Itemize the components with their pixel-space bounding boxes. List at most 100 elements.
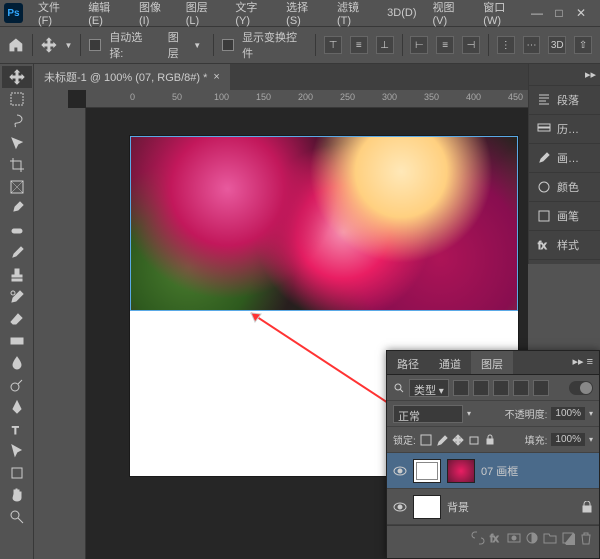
- paths-tab[interactable]: 路径: [387, 351, 429, 374]
- eyedropper-tool[interactable]: [2, 198, 32, 220]
- align-right-icon[interactable]: ⊣: [462, 36, 480, 54]
- menu-filter[interactable]: 滤镜(T): [330, 0, 378, 30]
- search-icon: [393, 382, 405, 394]
- align-hcenter-icon[interactable]: ≡: [436, 36, 454, 54]
- 3d-mode-icon[interactable]: 3D: [548, 36, 566, 54]
- menu-window[interactable]: 窗口(W): [476, 0, 528, 30]
- layer-item[interactable]: 07 画框: [387, 453, 599, 489]
- frame-selection[interactable]: [130, 136, 518, 311]
- minimize-button[interactable]: —: [530, 6, 544, 20]
- styles-panel-tab[interactable]: fx样式: [529, 231, 600, 260]
- dropdown-arrow-icon[interactable]: ▼: [65, 41, 73, 50]
- panel-menu-icon[interactable]: ▸▸ ≡: [566, 351, 599, 374]
- layer-filter-row: 类型 ▾: [387, 375, 599, 401]
- quick-select-tool[interactable]: [2, 132, 32, 154]
- menu-text[interactable]: 文字(Y): [228, 0, 277, 30]
- layer-style-icon[interactable]: fx: [489, 531, 503, 545]
- filter-adjust-icon[interactable]: [473, 380, 489, 396]
- share-icon[interactable]: ⇧: [574, 36, 592, 54]
- distribute-icon[interactable]: ⋮: [497, 36, 515, 54]
- zoom-tool[interactable]: [2, 506, 32, 528]
- layers-panel-tabs: 路径 通道 图层 ▸▸ ≡: [387, 351, 599, 375]
- eraser-tool[interactable]: [2, 308, 32, 330]
- blend-mode-dropdown[interactable]: 正常: [393, 405, 463, 423]
- filter-type-dropdown[interactable]: 类型 ▾: [409, 379, 449, 397]
- delete-layer-icon[interactable]: [579, 531, 593, 545]
- close-button[interactable]: ✕: [574, 6, 588, 20]
- lock-all-icon[interactable]: [484, 434, 496, 446]
- move-tool[interactable]: [2, 66, 32, 88]
- more-icon[interactable]: ⋯: [523, 36, 541, 54]
- marquee-tool[interactable]: [2, 88, 32, 110]
- visibility-icon[interactable]: [393, 464, 407, 478]
- filter-type-icon[interactable]: [493, 380, 509, 396]
- color-panel-tab[interactable]: 颜色: [529, 173, 600, 202]
- history-brush-tool[interactable]: [2, 286, 32, 308]
- filter-shape-icon[interactable]: [513, 380, 529, 396]
- brush-tool[interactable]: [2, 242, 32, 264]
- shape-tool[interactable]: [2, 462, 32, 484]
- channels-tab[interactable]: 通道: [429, 351, 471, 374]
- auto-select-checkbox[interactable]: [89, 39, 101, 51]
- align-left-icon[interactable]: ⊢: [410, 36, 428, 54]
- menu-layer[interactable]: 图层(L): [179, 0, 227, 30]
- auto-select-target-dropdown[interactable]: 图层▼: [164, 27, 205, 63]
- menu-select[interactable]: 选择(S): [279, 0, 328, 30]
- menu-3d[interactable]: 3D(D): [380, 4, 423, 22]
- collapse-panels-icon[interactable]: ▸▸: [529, 64, 600, 86]
- pen-tool[interactable]: [2, 396, 32, 418]
- lock-transparency-icon[interactable]: [420, 434, 432, 446]
- adjustment-layer-icon[interactable]: [525, 531, 539, 545]
- dodge-tool[interactable]: [2, 374, 32, 396]
- menu-file[interactable]: 文件(F): [31, 0, 79, 30]
- lasso-tool[interactable]: [2, 110, 32, 132]
- frame-tool[interactable]: [2, 176, 32, 198]
- crop-tool[interactable]: [2, 154, 32, 176]
- gradient-tool[interactable]: [2, 330, 32, 352]
- image-thumbnail[interactable]: [447, 459, 475, 483]
- align-top-icon[interactable]: ⊤: [324, 36, 342, 54]
- menu-edit[interactable]: 编辑(E): [81, 0, 130, 30]
- stamp-tool[interactable]: [2, 264, 32, 286]
- frame-thumbnail[interactable]: [413, 459, 441, 483]
- path-select-tool[interactable]: [2, 440, 32, 462]
- home-icon[interactable]: [8, 37, 24, 53]
- brush-panel-tab[interactable]: 画…: [529, 144, 600, 173]
- layers-panel-footer: fx: [387, 525, 599, 549]
- opacity-value[interactable]: 100%: [551, 407, 585, 420]
- lock-paint-icon[interactable]: [436, 434, 448, 446]
- align-vcenter-icon[interactable]: ≡: [350, 36, 368, 54]
- group-icon[interactable]: [543, 531, 557, 545]
- filter-pixel-icon[interactable]: [453, 380, 469, 396]
- menu-image[interactable]: 图像(I): [132, 0, 177, 30]
- healing-tool[interactable]: [2, 220, 32, 242]
- visibility-icon[interactable]: [393, 500, 407, 514]
- layer-thumbnail[interactable]: [413, 495, 441, 519]
- move-tool-icon: [41, 37, 57, 53]
- hand-tool[interactable]: [2, 484, 32, 506]
- close-tab-icon[interactable]: ×: [213, 71, 219, 83]
- show-transform-checkbox[interactable]: [222, 39, 234, 51]
- fill-label: 填充:: [525, 432, 548, 447]
- paragraph-panel-tab[interactable]: 段落: [529, 86, 600, 115]
- link-layers-icon[interactable]: [471, 531, 485, 545]
- menu-view[interactable]: 视图(V): [426, 0, 475, 30]
- fill-value[interactable]: 100%: [551, 433, 585, 446]
- filter-smart-icon[interactable]: [533, 380, 549, 396]
- new-layer-icon[interactable]: [561, 531, 575, 545]
- lock-nested-icon[interactable]: [468, 434, 480, 446]
- align-bottom-icon[interactable]: ⊥: [376, 36, 394, 54]
- layer-name[interactable]: 07 画框: [481, 463, 518, 479]
- brushes-panel-tab[interactable]: 画笔: [529, 202, 600, 231]
- history-panel-tab[interactable]: 历…: [529, 115, 600, 144]
- blur-tool[interactable]: [2, 352, 32, 374]
- layers-tab[interactable]: 图层: [471, 351, 513, 374]
- layer-name[interactable]: 背景: [447, 499, 469, 515]
- document-tab[interactable]: 未标题-1 @ 100% (07, RGB/8#) * ×: [34, 64, 230, 90]
- filter-toggle[interactable]: [569, 381, 593, 395]
- type-tool[interactable]: T: [2, 418, 32, 440]
- layer-item[interactable]: 背景: [387, 489, 599, 525]
- lock-position-icon[interactable]: [452, 434, 464, 446]
- layer-mask-icon[interactable]: [507, 531, 521, 545]
- maximize-button[interactable]: □: [552, 6, 566, 20]
